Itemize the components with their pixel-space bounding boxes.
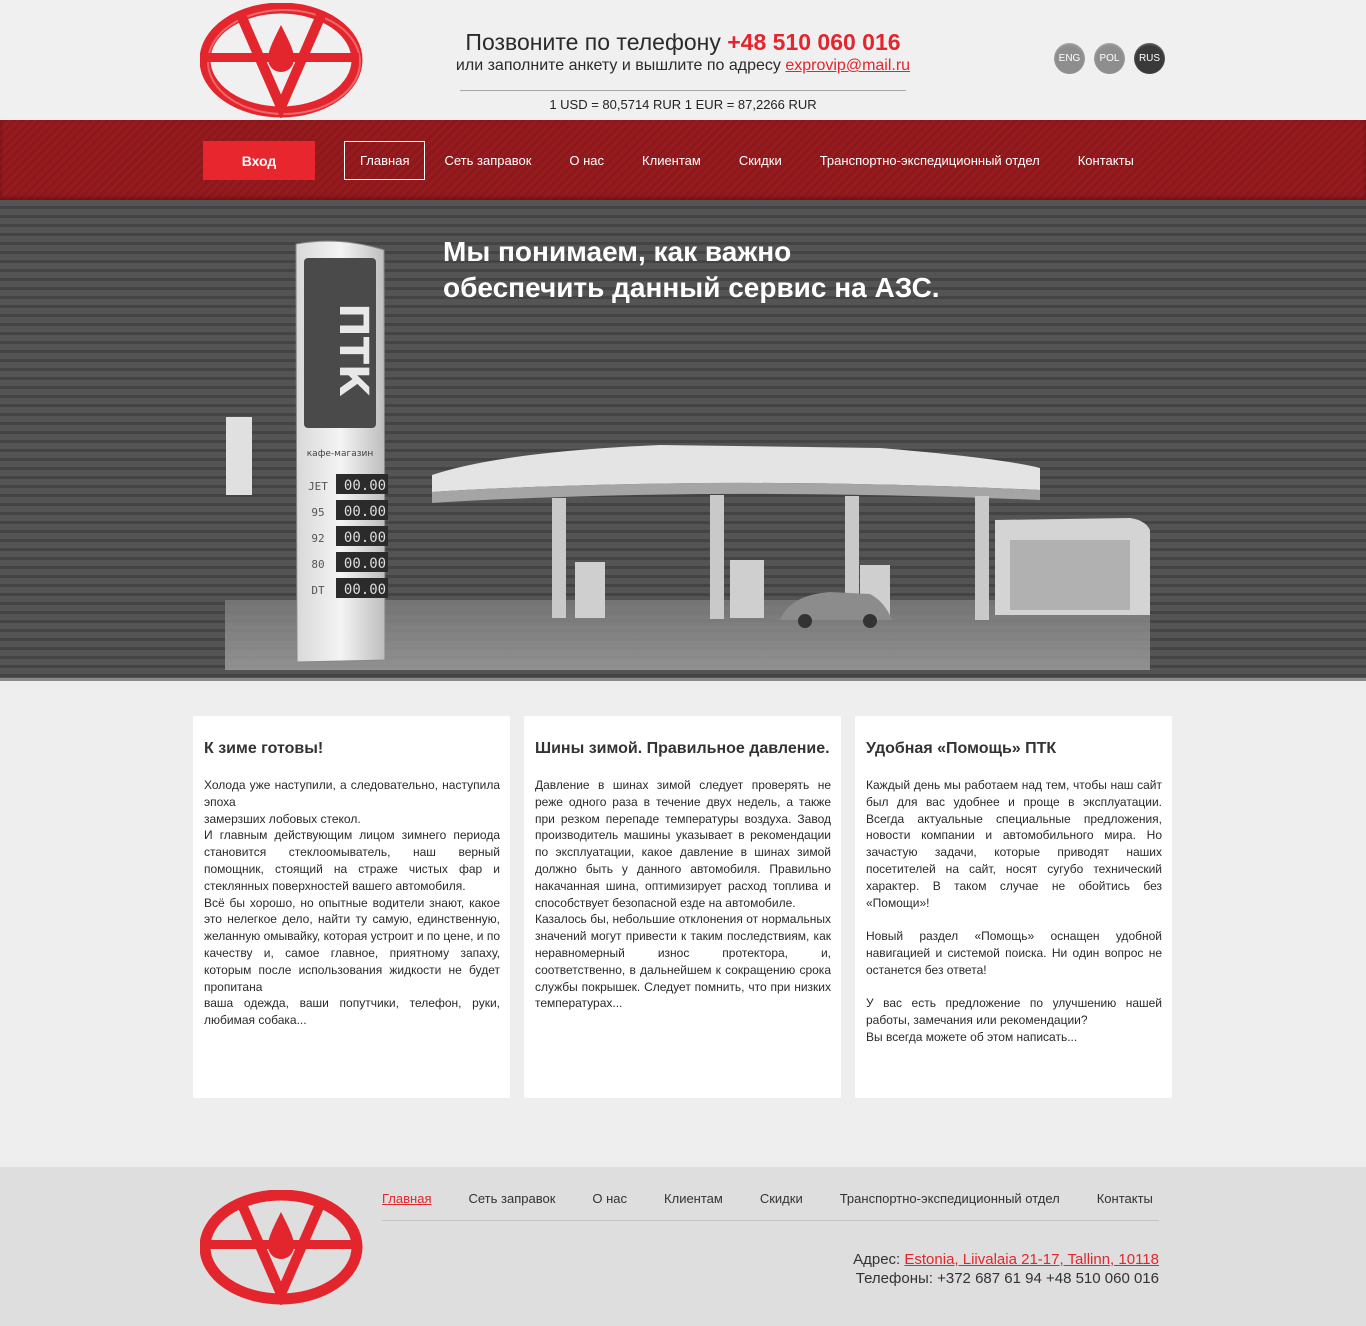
news-card-tires[interactable]: Шины зимой. Правильное давление. Давлени… xyxy=(524,716,841,1098)
phones-line: Телефоны: +372 687 61 94 +48 510 060 016 xyxy=(853,1269,1159,1288)
footer-nav-transport[interactable]: Транспортно-экспедиционный отдел xyxy=(840,1191,1060,1206)
footer-logo[interactable] xyxy=(200,1190,363,1305)
hero-banner: ПТК кафе-магазин JET 00.00 95 00.00 92 0… xyxy=(0,200,1366,681)
phones-label: Телефоны: xyxy=(855,1270,933,1287)
lang-pol-button[interactable]: POL xyxy=(1094,43,1125,74)
fuel-price-2: 00.00 xyxy=(344,530,386,546)
footer-nav-discounts[interactable]: Скидки xyxy=(760,1191,803,1206)
nav-item-contacts[interactable]: Контакты xyxy=(1059,141,1153,180)
footer-nav-contacts[interactable]: Контакты xyxy=(1097,1191,1153,1206)
main-nav: Вход Главная Сеть заправок О нас Клиента… xyxy=(0,120,1366,200)
contact-block: Позвоните по телефону +48 510 060 016 ил… xyxy=(440,28,926,76)
fuel-grade-4: DT xyxy=(311,584,325,597)
card-title[interactable]: Шины зимой. Правильное давление. xyxy=(535,738,831,759)
mail-prefix: или заполните анкету и вышлите по адресу xyxy=(455,57,781,74)
pylon-brand-label: ПТК xyxy=(330,303,376,397)
card-body: Каждый день мы работаем над тем, чтобы н… xyxy=(866,778,1162,1044)
fuel-price-4: 00.00 xyxy=(344,582,386,598)
footer-nav-clients[interactable]: Клиентам xyxy=(664,1191,723,1206)
address-line: Адрес: Estonia, Liivalaia 21-17, Tallinn… xyxy=(853,1250,1159,1269)
news-card-help[interactable]: Удобная «Помощь» ПТК Каждый день мы рабо… xyxy=(855,716,1172,1098)
fuel-price-3: 00.00 xyxy=(344,556,386,572)
footer-nav-stations[interactable]: Сеть заправок xyxy=(468,1191,555,1206)
phone-link[interactable]: +48 510 060 016 xyxy=(727,29,900,55)
address-label: Адрес: xyxy=(853,1251,901,1268)
nav-item-clients[interactable]: Клиентам xyxy=(623,141,720,180)
hero-title-line1: Мы понимаем, как важно xyxy=(443,236,792,267)
hero-title: Мы понимаем, как важно обеспечить данный… xyxy=(443,234,940,306)
nav-menu: Главная Сеть заправок О нас Клиентам Ски… xyxy=(344,141,1153,180)
site-footer: Главная Сеть заправок О нас Клиентам Ски… xyxy=(0,1167,1366,1326)
nav-item-stations[interactable]: Сеть заправок xyxy=(425,141,550,180)
language-switcher: ENG POL RUS xyxy=(1054,43,1165,74)
news-card-winter[interactable]: К зиме готовы! Холода уже наступили, а с… xyxy=(193,716,510,1098)
site-header: Позвоните по телефону +48 510 060 016 ил… xyxy=(0,0,1366,120)
fuel-grade-0: JET xyxy=(308,480,328,493)
login-button[interactable]: Вход xyxy=(203,141,315,180)
nav-item-transport[interactable]: Транспортно-экспедиционный отдел xyxy=(801,141,1059,180)
fuel-grade-2: 92 xyxy=(311,532,324,545)
news-cards: К зиме готовы! Холода уже наступили, а с… xyxy=(193,716,1172,1098)
fuel-price-0: 00.00 xyxy=(344,478,386,494)
header-divider xyxy=(460,90,906,91)
exchange-rates: 1 USD = 80,5714 RUR 1 EUR = 87,2266 RUR xyxy=(549,97,817,112)
card-body: Холода уже наступили, а следовательно, н… xyxy=(204,778,500,1028)
company-logo[interactable] xyxy=(200,3,363,118)
footer-nav-about[interactable]: О нас xyxy=(592,1191,627,1206)
lang-rus-button[interactable]: RUS xyxy=(1134,43,1165,74)
fuel-grade-1: 95 xyxy=(311,506,324,519)
footer-address: Адрес: Estonia, Liivalaia 21-17, Tallinn… xyxy=(853,1250,1159,1288)
card-title[interactable]: К зиме готовы! xyxy=(204,738,500,759)
lang-eng-button[interactable]: ENG xyxy=(1054,43,1085,74)
card-body: Давление в шинах зимой следует проверять… xyxy=(535,778,831,1011)
fuel-grade-3: 80 xyxy=(311,558,324,571)
footer-divider xyxy=(382,1220,1159,1221)
hero-title-line2: обеспечить данный сервис на АЗС. xyxy=(443,272,940,303)
nav-item-about[interactable]: О нас xyxy=(550,141,623,180)
mail-line: или заполните анкету и вышлите по адресу… xyxy=(440,56,926,76)
address-link[interactable]: Estonia, Liivalaia 21-17, Tallinn, 10118 xyxy=(904,1251,1159,1268)
pylon-shop-label: кафе-магазин xyxy=(307,449,374,459)
nav-item-home[interactable]: Главная xyxy=(344,141,426,180)
footer-nav: Главная Сеть заправок О нас Клиентам Ски… xyxy=(382,1191,1153,1206)
phones-value: +372 687 61 94 +48 510 060 016 xyxy=(937,1270,1159,1287)
call-prefix: Позвоните по телефону xyxy=(465,29,721,55)
email-link[interactable]: exprovip@mail.ru xyxy=(785,57,910,74)
footer-nav-home[interactable]: Главная xyxy=(382,1191,431,1206)
nav-item-discounts[interactable]: Скидки xyxy=(720,141,801,180)
fuel-price-1: 00.00 xyxy=(344,504,386,520)
card-title[interactable]: Удобная «Помощь» ПТК xyxy=(866,738,1162,759)
call-line: Позвоните по телефону +48 510 060 016 xyxy=(440,28,926,56)
